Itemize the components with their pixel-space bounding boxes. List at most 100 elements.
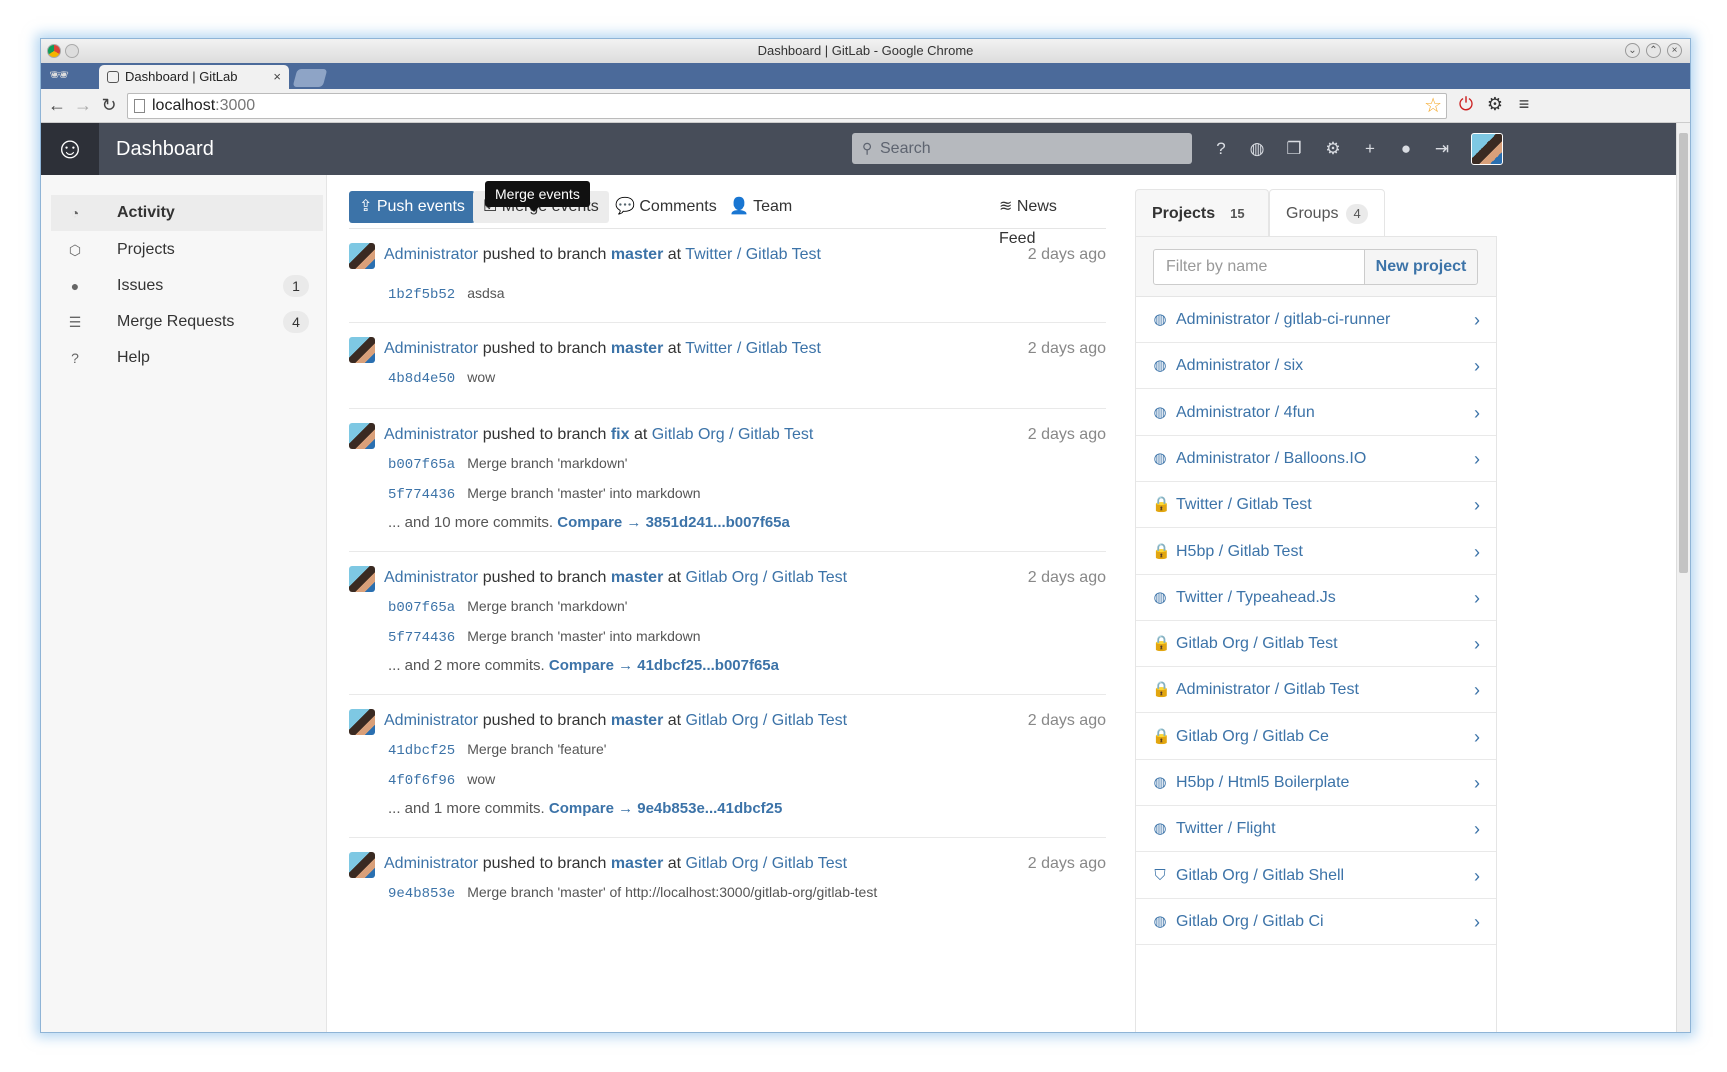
profile-user-icon[interactable]: ● [1394,137,1418,161]
bookmark-star-icon[interactable]: ☆ [1424,94,1442,118]
event-branch-link[interactable]: fix [611,426,630,443]
tab-close-icon[interactable]: × [273,65,281,89]
project-name-link[interactable]: Twitter / Flight [1176,806,1276,852]
event-project-link[interactable]: Gitlab Org / Gitlab Test [686,855,848,872]
forward-arrow-icon[interactable]: → [73,95,93,115]
project-name-link[interactable]: Administrator / six [1176,343,1303,389]
new-project-button[interactable]: New project [1364,249,1478,285]
chrome-menu-icon[interactable]: ≡ [1513,94,1535,115]
commit-sha-link[interactable]: 41dbcf25 [388,743,455,759]
project-name-link[interactable]: Twitter / Gitlab Test [1176,482,1312,528]
extension-icon[interactable]: ⏻ [1455,94,1477,115]
scrollbar-thumb[interactable] [1679,133,1688,573]
snippets-copy-icon[interactable]: ❐ [1282,137,1306,161]
compare-link[interactable]: Compare → 41dbcf25...b007f65a [549,657,779,674]
event-avatar[interactable] [349,423,375,449]
search-input[interactable]: ⚲ Search [852,133,1192,164]
compare-link[interactable]: Compare → 3851d241...b007f65a [557,514,790,531]
project-list-item[interactable]: ◍ Twitter / Typeahead.Js › [1136,575,1496,621]
maximize-icon[interactable]: ⌃ [1646,43,1661,58]
settings-gear-icon[interactable]: ⚙ [1484,94,1506,115]
logout-icon[interactable]: ⇥ [1430,137,1454,161]
new-project-plus-icon[interactable]: + [1358,137,1382,161]
commit-sha-link[interactable]: 9e4b853e [388,886,455,902]
event-avatar[interactable] [349,243,375,269]
admin-cogs-icon[interactable]: ⚙ [1321,137,1345,161]
sidebar-item-merge-requests[interactable]: ☰ Merge Requests 4 [51,304,323,340]
event-branch-link[interactable]: master [611,569,663,586]
project-name-link[interactable]: Gitlab Org / Gitlab Ci [1176,899,1324,945]
project-name-link[interactable]: Gitlab Org / Gitlab Ce [1176,714,1329,760]
help-icon[interactable]: ? [1209,137,1233,161]
address-bar[interactable]: localhost:3000 ☆ [127,93,1447,119]
commit-sha-link[interactable]: 1b2f5b52 [388,287,455,303]
event-user-link[interactable]: Administrator [384,246,478,263]
tab-projects[interactable]: Projects 15 [1135,189,1269,237]
project-list-item[interactable]: 🔒 Administrator / Gitlab Test › [1136,667,1496,714]
event-branch-link[interactable]: master [611,340,663,357]
project-list-item[interactable]: 🔒 Twitter / Gitlab Test › [1136,482,1496,529]
event-project-link[interactable]: Gitlab Org / Gitlab Test [686,712,848,729]
project-name-link[interactable]: Administrator / Gitlab Test [1176,667,1359,713]
commit-sha-link[interactable]: 5f774436 [388,630,455,646]
event-avatar[interactable] [349,337,375,363]
window-menu-icon[interactable] [65,44,79,58]
event-user-link[interactable]: Administrator [384,340,478,357]
page-scrollbar[interactable] [1676,123,1690,1032]
event-avatar[interactable] [349,709,375,735]
event-user-link[interactable]: Administrator [384,569,478,586]
user-avatar[interactable] [1471,133,1503,165]
event-avatar[interactable] [349,566,375,592]
news-feed-link[interactable]: ≋ News Feed [989,191,1106,247]
project-list-item[interactable]: ◍ H5bp / Html5 Boilerplate › [1136,760,1496,806]
explore-globe-icon[interactable]: ◍ [1245,137,1269,161]
event-user-link[interactable]: Administrator [384,712,478,729]
project-list-item[interactable]: ◍ Gitlab Org / Gitlab Ci › [1136,899,1496,945]
project-name-link[interactable]: Administrator / gitlab-ci-runner [1176,297,1390,343]
filter-by-name-input[interactable]: Filter by name [1153,249,1365,285]
project-list-item[interactable]: 🔒 Gitlab Org / Gitlab Test › [1136,621,1496,668]
project-list-item[interactable]: ◍ Administrator / Balloons.IO › [1136,436,1496,482]
commit-sha-link[interactable]: 4f0f6f96 [388,773,455,789]
project-name-link[interactable]: Administrator / Balloons.IO [1176,436,1366,482]
project-list-item[interactable]: ⛉ Gitlab Org / Gitlab Shell › [1136,853,1496,899]
gitlab-logo-icon[interactable]: ☺ [41,123,99,175]
project-list-item[interactable]: 🔒 H5bp / Gitlab Test › [1136,529,1496,575]
close-window-icon[interactable]: × [1667,43,1682,58]
project-name-link[interactable]: Gitlab Org / Gitlab Shell [1176,853,1344,899]
event-avatar[interactable] [349,852,375,878]
browser-tab[interactable]: Dashboard | GitLab × [99,65,289,89]
project-name-link[interactable]: Gitlab Org / Gitlab Test [1176,621,1338,667]
sidebar-item-help[interactable]: ? Help [51,340,323,376]
commit-sha-link[interactable]: 4b8d4e50 [388,371,455,387]
project-list-item[interactable]: ◍ Administrator / six › [1136,343,1496,390]
sidebar-item-issues[interactable]: ● Issues 1 [51,268,323,304]
new-tab-button[interactable] [292,69,328,87]
commit-sha-link[interactable]: b007f65a [388,457,455,473]
project-list-item[interactable]: ◍ Administrator / 4fun › [1136,390,1496,436]
team-button[interactable]: 👤 Team [719,191,802,223]
event-user-link[interactable]: Administrator [384,855,478,872]
project-name-link[interactable]: H5bp / Html5 Boilerplate [1176,760,1349,806]
event-project-link[interactable]: Gitlab Org / Gitlab Test [652,426,814,443]
reload-icon[interactable]: ↻ [99,95,119,115]
event-branch-link[interactable]: master [611,712,663,729]
push-events-button[interactable]: ⇪ Push events [349,191,475,223]
event-project-link[interactable]: Gitlab Org / Gitlab Test [686,569,848,586]
project-name-link[interactable]: Twitter / Typeahead.Js [1176,575,1336,621]
minimize-icon[interactable]: ⌄ [1625,43,1640,58]
event-branch-link[interactable]: master [611,246,663,263]
compare-link[interactable]: Compare → 9e4b853e...41dbcf25 [549,800,782,817]
tab-groups[interactable]: Groups 4 [1269,189,1385,237]
project-list-item[interactable]: ◍ Twitter / Flight › [1136,806,1496,853]
project-list-item[interactable]: 🔒 Gitlab Org / Gitlab Ce › [1136,714,1496,760]
commit-sha-link[interactable]: b007f65a [388,600,455,616]
project-name-link[interactable]: H5bp / Gitlab Test [1176,529,1303,575]
commit-sha-link[interactable]: 5f774436 [388,487,455,503]
comments-button[interactable]: 💬 Comments [605,191,727,223]
project-list-item[interactable]: ◍ Administrator / gitlab-ci-runner › [1136,297,1496,343]
sidebar-item-activity[interactable]: ◔ Activity [51,195,323,231]
event-user-link[interactable]: Administrator [384,426,478,443]
sidebar-item-projects[interactable]: ⬡ Projects [51,232,323,268]
back-arrow-icon[interactable]: ← [47,95,67,115]
